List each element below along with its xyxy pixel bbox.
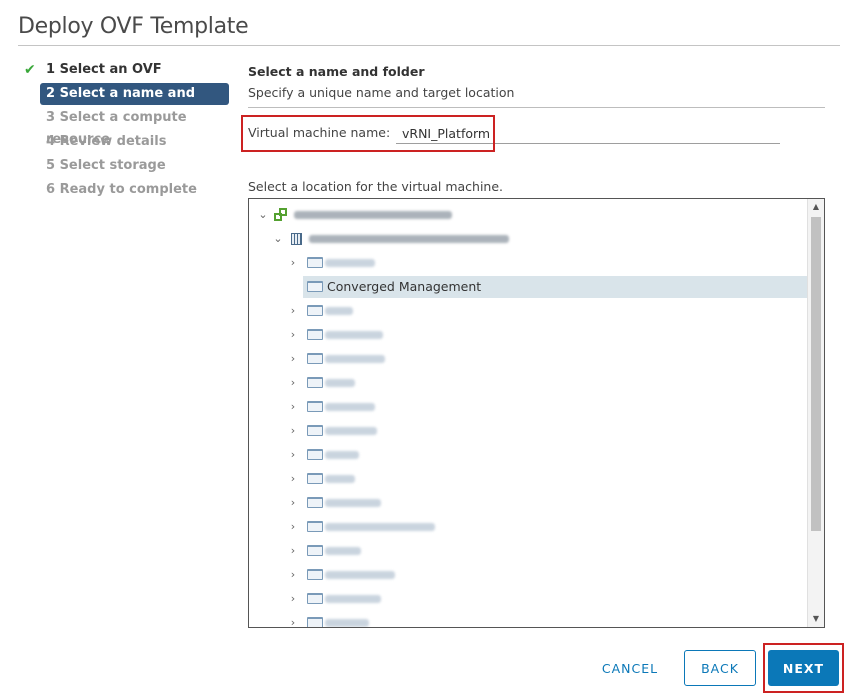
folder-icon (307, 593, 323, 604)
blurred-label (325, 523, 435, 531)
tree-row-converged-management[interactable]: Converged Management (303, 276, 807, 298)
tree-row-folder[interactable]: › (249, 492, 807, 514)
step-2-select-name-folder[interactable]: 2 Select a name and folder (40, 83, 229, 123)
blurred-label (325, 355, 385, 363)
location-label: Select a location for the virtual machin… (248, 179, 504, 194)
tree-row-folder[interactable]: › (249, 468, 807, 490)
folder-icon (307, 281, 323, 292)
chevron-right-icon[interactable]: › (287, 564, 299, 586)
chevron-right-icon[interactable]: › (287, 588, 299, 610)
tree-row-vcenter[interactable]: ⌄ (249, 204, 807, 226)
scroll-thumb[interactable] (811, 217, 821, 531)
step-label: 4 Review details (46, 134, 167, 149)
folder-icon (307, 497, 323, 508)
blurred-label (325, 499, 381, 507)
tree-row-datacenter[interactable]: ⌄ (249, 228, 807, 250)
tree-row-folder[interactable]: › (249, 564, 807, 586)
blurred-label (309, 235, 509, 243)
folder-icon (307, 569, 323, 580)
tree-row-folder[interactable]: › (249, 444, 807, 466)
tree-row-folder[interactable]: › (249, 372, 807, 394)
chevron-down-icon[interactable]: ⌄ (257, 204, 269, 226)
step-label: 6 Ready to complete (46, 182, 197, 197)
folder-icon (307, 377, 323, 388)
folder-icon (307, 617, 323, 627)
blurred-label (325, 547, 361, 555)
blurred-label (325, 475, 355, 483)
blurred-label (325, 451, 359, 459)
step-5-select-storage: 5 Select storage (22, 155, 232, 177)
folder-label: Converged Management (327, 279, 482, 294)
step-1-select-ovf-template[interactable]: ✔ 1 Select an OVF template (22, 59, 232, 99)
tree-row-folder[interactable]: › (249, 348, 807, 370)
blurred-label (325, 427, 377, 435)
chevron-right-icon[interactable]: › (287, 468, 299, 490)
folder-icon (307, 521, 323, 532)
blurred-label (325, 571, 395, 579)
step-3-select-compute-resource: 3 Select a compute resource (22, 107, 232, 147)
chevron-down-icon[interactable]: ⌄ (272, 228, 284, 250)
blurred-label (294, 211, 452, 219)
section-title: Select a name and folder (248, 64, 425, 79)
chevron-right-icon[interactable]: › (287, 348, 299, 370)
step-label: 5 Select storage (46, 158, 166, 173)
chevron-right-icon[interactable]: › (287, 444, 299, 466)
blurred-label (325, 259, 375, 267)
blurred-label (325, 379, 355, 387)
chevron-right-icon[interactable]: › (287, 324, 299, 346)
chevron-right-icon[interactable]: › (287, 516, 299, 538)
tree-row-folder[interactable]: › (249, 540, 807, 562)
tree-row-folder[interactable]: › (249, 516, 807, 538)
folder-icon (307, 401, 323, 412)
tree-row-folder[interactable]: › (249, 324, 807, 346)
back-button[interactable]: BACK (684, 650, 756, 686)
section-divider (248, 107, 825, 108)
tree-row-folder[interactable]: › (249, 300, 807, 322)
checkmark-icon: ✔ (24, 62, 36, 78)
chevron-right-icon[interactable]: › (287, 252, 299, 274)
folder-icon (307, 473, 323, 484)
tree-scrollbar[interactable]: ▲ ▼ (807, 199, 824, 627)
blurred-label (325, 595, 381, 603)
vm-name-label: Virtual machine name: (248, 125, 391, 140)
chevron-right-icon[interactable]: › (287, 300, 299, 322)
title-divider (18, 45, 840, 46)
blurred-label (325, 307, 353, 315)
step-4-review-details: 4 Review details (22, 131, 232, 153)
next-button[interactable]: NEXT (768, 650, 839, 686)
tree-row-folder[interactable]: › (249, 252, 807, 274)
scroll-down-arrow-icon[interactable]: ▼ (808, 611, 824, 627)
blurred-label (325, 403, 375, 411)
tree-row-folder[interactable]: › (249, 588, 807, 610)
tree-row-folder[interactable]: › (249, 420, 807, 442)
chevron-right-icon[interactable]: › (287, 372, 299, 394)
chevron-right-icon[interactable]: › (287, 540, 299, 562)
blurred-label (325, 331, 383, 339)
step-6-ready-to-complete: 6 Ready to complete (22, 179, 232, 201)
folder-tree[interactable]: ⌄ ⌄ › Converged Management › › › › › › ›… (248, 198, 825, 628)
folder-icon (307, 425, 323, 436)
tree-row-folder[interactable]: › (249, 396, 807, 418)
datacenter-icon (291, 233, 302, 245)
folder-icon (307, 257, 323, 268)
folder-icon (307, 329, 323, 340)
wizard-steps: ✔ 1 Select an OVF template 2 Select a na… (22, 59, 232, 203)
chevron-right-icon[interactable]: › (287, 396, 299, 418)
blurred-label (325, 619, 369, 627)
tree-row-folder[interactable]: › (249, 612, 807, 627)
section-subtitle: Specify a unique name and target locatio… (248, 85, 515, 100)
cancel-button[interactable]: CANCEL (590, 650, 670, 686)
vm-name-input[interactable] (396, 123, 780, 144)
folder-icon (307, 545, 323, 556)
chevron-right-icon[interactable]: › (287, 420, 299, 442)
folder-icon (307, 449, 323, 460)
chevron-right-icon[interactable]: › (287, 612, 299, 627)
scroll-up-arrow-icon[interactable]: ▲ (808, 199, 824, 215)
dialog-title: Deploy OVF Template (18, 14, 249, 39)
chevron-right-icon[interactable]: › (287, 492, 299, 514)
folder-icon (307, 305, 323, 316)
folder-icon (307, 353, 323, 364)
